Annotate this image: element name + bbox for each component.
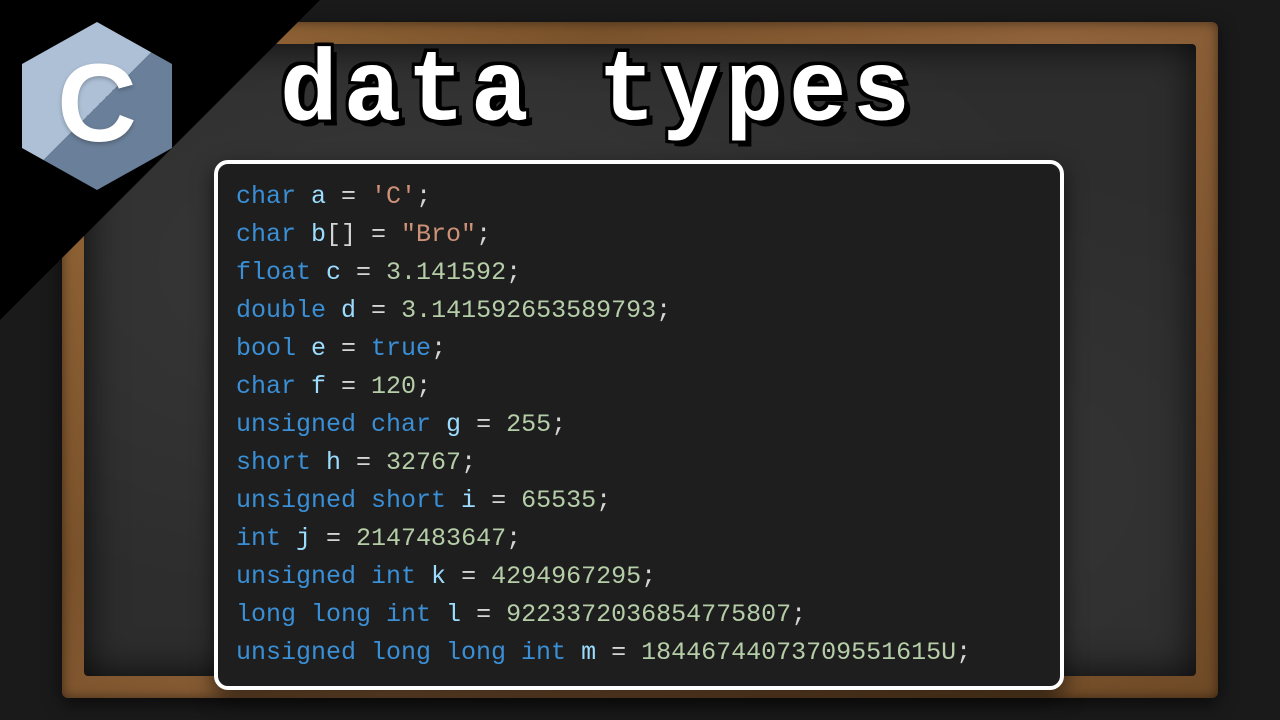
code-token-var: a	[311, 182, 326, 211]
code-token-op: =	[326, 372, 371, 401]
code-token-num: 120	[371, 372, 416, 401]
code-token-var: m	[581, 638, 596, 667]
code-token-op: ;	[416, 372, 431, 401]
code-token-num: 18446744073709551615U	[641, 638, 956, 667]
code-token-var: f	[311, 372, 326, 401]
code-line: double d = 3.141592653589793;	[236, 292, 1042, 330]
code-token-op: ;	[506, 258, 521, 287]
code-token-num: 3.141592	[386, 258, 506, 287]
code-line: short h = 32767;	[236, 444, 1042, 482]
code-token-op: =	[326, 334, 371, 363]
code-token-kw: unsigned char	[236, 410, 446, 439]
code-line: char a = 'C';	[236, 178, 1042, 216]
code-token-num: 3.141592653589793	[401, 296, 656, 325]
code-token-op: ;	[461, 448, 476, 477]
code-token-op: ;	[596, 486, 611, 515]
code-token-op: ;	[656, 296, 671, 325]
code-token-var: l	[446, 600, 461, 629]
code-line: float c = 3.141592;	[236, 254, 1042, 292]
code-token-op: =	[341, 258, 386, 287]
code-line: char f = 120;	[236, 368, 1042, 406]
code-token-var: d	[341, 296, 356, 325]
code-line: bool e = true;	[236, 330, 1042, 368]
c-logo-hexagon: C	[22, 22, 172, 190]
code-token-kw: short	[236, 448, 326, 477]
code-token-op: ;	[551, 410, 566, 439]
code-token-kw: char	[236, 182, 311, 211]
code-token-num: 9223372036854775807	[506, 600, 791, 629]
code-token-kw: double	[236, 296, 341, 325]
code-token-num: 255	[506, 410, 551, 439]
code-token-kw: char	[236, 220, 311, 249]
code-token-kw: unsigned int	[236, 562, 431, 591]
c-logo-letter: C	[57, 49, 136, 159]
code-line: unsigned int k = 4294967295;	[236, 558, 1042, 596]
code-token-kw: unsigned long long int	[236, 638, 581, 667]
code-token-op: =	[461, 410, 506, 439]
code-token-op: ;	[416, 182, 431, 211]
code-token-op: =	[446, 562, 491, 591]
code-token-var: j	[296, 524, 311, 553]
code-token-op: ;	[506, 524, 521, 553]
code-token-var: g	[446, 410, 461, 439]
c-language-logo: C	[22, 22, 172, 190]
code-token-var: b	[311, 220, 326, 249]
code-token-op: ;	[641, 562, 656, 591]
code-token-bool: true	[371, 334, 431, 363]
code-line: char b[] = "Bro";	[236, 216, 1042, 254]
code-token-op: ;	[476, 220, 491, 249]
code-token-num: 65535	[521, 486, 596, 515]
code-token-kw: long long int	[236, 600, 446, 629]
code-token-op: =	[326, 182, 371, 211]
code-token-op: =	[311, 524, 356, 553]
page-title: data types	[280, 35, 916, 149]
code-token-op: =	[341, 448, 386, 477]
code-token-num: 32767	[386, 448, 461, 477]
code-token-var: c	[326, 258, 341, 287]
code-line: unsigned long long int m = 1844674407370…	[236, 634, 1042, 672]
code-token-num: 2147483647	[356, 524, 506, 553]
code-token-kw: int	[236, 524, 296, 553]
code-line: unsigned short i = 65535;	[236, 482, 1042, 520]
code-token-kw: float	[236, 258, 326, 287]
code-token-str: 'C'	[371, 182, 416, 211]
code-token-op: ;	[956, 638, 971, 667]
code-token-op: [] =	[326, 220, 401, 249]
code-token-op: ;	[791, 600, 806, 629]
code-line: unsigned char g = 255;	[236, 406, 1042, 444]
code-token-var: i	[461, 486, 476, 515]
code-token-num: 4294967295	[491, 562, 641, 591]
code-line: long long int l = 9223372036854775807;	[236, 596, 1042, 634]
code-token-op: =	[461, 600, 506, 629]
code-token-kw: char	[236, 372, 311, 401]
code-token-var: e	[311, 334, 326, 363]
code-block: char a = 'C';char b[] = "Bro";float c = …	[236, 178, 1042, 672]
code-panel: char a = 'C';char b[] = "Bro";float c = …	[214, 160, 1064, 690]
code-token-var: k	[431, 562, 446, 591]
code-line: int j = 2147483647;	[236, 520, 1042, 558]
code-token-kw: bool	[236, 334, 311, 363]
code-token-var: h	[326, 448, 341, 477]
code-token-str: "Bro"	[401, 220, 476, 249]
code-token-op: ;	[431, 334, 446, 363]
code-token-op: =	[596, 638, 641, 667]
code-token-op: =	[476, 486, 521, 515]
code-token-op: =	[356, 296, 401, 325]
code-token-kw: unsigned short	[236, 486, 461, 515]
